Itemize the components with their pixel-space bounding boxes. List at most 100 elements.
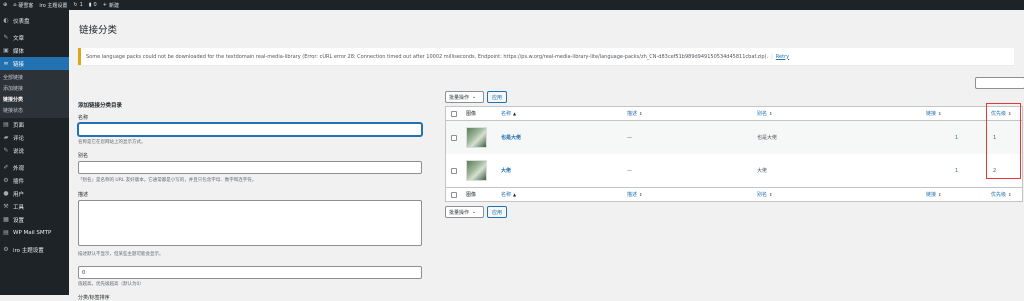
brush-icon: ✐	[3, 164, 9, 171]
updates-icon: ↻	[73, 2, 78, 8]
page-title: 链接分类	[79, 25, 118, 36]
wordpress-logo[interactable]: ⊕	[3, 2, 7, 8]
sidebar-item-users[interactable]: ● 用户	[0, 187, 69, 200]
plugin-icon: ⚙	[3, 177, 9, 184]
sort-icon: ⇕	[639, 192, 643, 197]
name-field[interactable]	[78, 123, 422, 136]
page-icon: ▤	[3, 121, 9, 128]
admin-sidebar: ◐ 仪表盘 ✎ 文章 ▣ 媒体 ∞ 链接 全部链接 添加链接 链接分类 链接状态 ▤ 页面…	[0, 10, 69, 295]
sidebar-item-pages[interactable]: ▤ 页面	[0, 118, 69, 131]
category-slug: 大佬	[757, 168, 768, 174]
site-name[interactable]: ⌂ 硬雪客	[13, 2, 33, 9]
warning-notice: Some language packs could not be downloa…	[78, 48, 1014, 65]
description-label: 描述	[78, 192, 89, 198]
admin-bar: ⊕ ⌂ 硬雪客 iro 主题设置 ↻ 1 ▮ 0 + 新建	[0, 0, 1024, 10]
sidebar-item-plugins[interactable]: ⚙ 插件	[0, 174, 69, 187]
bulk-action-select[interactable]: 批量操作 ⌄	[445, 206, 484, 218]
table-row: 大佬 — 大佬 1 2	[446, 154, 1022, 187]
theme-settings-link[interactable]: iro 主题设置	[39, 2, 67, 9]
sidebar-item-media[interactable]: ▣ 媒体	[0, 44, 69, 57]
submenu-all-links[interactable]: 全部链接	[0, 72, 69, 83]
priority-highlight-annotation	[986, 103, 1021, 179]
column-name[interactable]: 名称 ▲	[501, 188, 516, 201]
column-slug[interactable]: 别名 ⇕	[757, 188, 772, 201]
bulk-actions-bottom: 批量操作 ⌄ 应用	[445, 206, 508, 218]
description-help: 描述默认不显示，但某些主题可能会显示。	[78, 252, 164, 257]
home-icon: ⌂	[13, 2, 17, 8]
column-image: 图像	[466, 111, 477, 117]
settings-icon: ▦	[3, 216, 9, 223]
sort-icon: ⇕	[938, 192, 942, 197]
category-link-count[interactable]: 1	[955, 121, 958, 154]
notice-separator: |	[771, 53, 773, 60]
column-slug[interactable]: 别名 ⇕	[757, 107, 772, 120]
sidebar-item-talk[interactable]: ✎ 说说	[0, 144, 69, 157]
link-icon: ∞	[3, 60, 9, 67]
table-row: 也是大佬 — 也是大佬 1 1	[446, 121, 1022, 154]
apply-button[interactable]: 应用	[487, 91, 508, 103]
category-name-link[interactable]: 也是大佬	[501, 121, 521, 154]
sidebar-item-iro[interactable]: ⚙ iro 主题设置	[0, 243, 69, 256]
priority-description: 值越高，优先级越高（默认为0）	[78, 282, 144, 287]
notice-text: Some language packs could not be downloa…	[86, 53, 769, 60]
category-link-count[interactable]: 1	[955, 154, 958, 187]
form-heading: 添加链接分类目录	[78, 103, 123, 109]
column-name[interactable]: 名称 ▲	[501, 107, 516, 120]
apply-button[interactable]: 应用	[487, 206, 508, 218]
sidebar-item-posts[interactable]: ✎ 文章	[0, 31, 69, 44]
wordpress-icon: ⊕	[3, 2, 8, 8]
sort-label: 分类/标签排序	[78, 295, 110, 301]
priority-field[interactable]: 0	[78, 266, 422, 279]
sidebar-item-dashboard[interactable]: ◐ 仪表盘	[0, 14, 69, 27]
category-thumbnail	[466, 160, 487, 181]
category-thumbnail	[466, 127, 487, 148]
sidebar-item-settings[interactable]: ▦ 设置	[0, 213, 69, 226]
sort-icon: ⇕	[1008, 192, 1012, 197]
submenu-link-categories[interactable]: 链接分类	[0, 94, 69, 105]
sidebar-item-links[interactable]: ∞ 链接	[0, 57, 69, 70]
bulk-actions-top: 批量操作 ⌄ 应用	[445, 91, 508, 103]
sidebar-item-comments[interactable]: ▰ 评论	[0, 131, 69, 144]
link-categories-table: 图像 名称 ▲ 描述 ⇕ 别名 ⇕ 链接 ⇕ 优先级 ⇕ 也是大佬 — 也是大佬 1 1 …	[445, 106, 1023, 202]
sort-icon: ⇕	[938, 111, 942, 116]
category-description: —	[627, 167, 632, 174]
new-content-link[interactable]: + 新建	[103, 2, 119, 9]
column-description[interactable]: 描述 ⇕	[627, 188, 642, 201]
select-all-checkbox[interactable]	[451, 110, 457, 117]
sidebar-item-smtp[interactable]: ▤ WP Mail SMTP	[0, 226, 69, 239]
updates-link[interactable]: ↻ 1	[73, 2, 82, 8]
slug-field[interactable]	[78, 161, 422, 174]
sort-icon: ⇕	[769, 192, 773, 197]
row-checkbox[interactable]	[451, 167, 457, 174]
search-input[interactable]	[975, 77, 1024, 89]
sort-asc-icon: ▲	[513, 192, 517, 197]
column-links[interactable]: 链接 ⇕	[926, 188, 941, 201]
column-description[interactable]: 描述 ⇕	[627, 107, 642, 120]
category-name-link[interactable]: 大佬	[501, 154, 511, 187]
column-priority[interactable]: 优先级 ⇕	[991, 188, 1011, 201]
pin-icon: ✎	[3, 34, 9, 41]
row-checkbox[interactable]	[451, 134, 457, 141]
description-textarea[interactable]	[78, 200, 422, 246]
sort-icon: ⇕	[639, 111, 643, 116]
add-category-form: 添加链接分类目录	[78, 95, 424, 109]
retry-link[interactable]: Retry	[776, 54, 789, 60]
sidebar-item-tools[interactable]: ⚒ 工具	[0, 200, 69, 213]
dashboard-icon: ◐	[3, 17, 9, 24]
column-links[interactable]: 链接 ⇕	[926, 107, 941, 120]
table-footer: 图像 名称 ▲ 描述 ⇕ 别名 ⇕ 链接 ⇕ 优先级 ⇕	[446, 187, 1022, 201]
bulk-action-select[interactable]: 批量操作 ⌄	[445, 91, 484, 103]
comments-link[interactable]: ▮ 0	[89, 2, 97, 8]
comment-icon: ▰	[3, 134, 9, 141]
submenu-add-link[interactable]: 添加链接	[0, 83, 69, 94]
chevron-down-icon: ⌄	[472, 209, 477, 215]
links-submenu: 全部链接 添加链接 链接分类 链接状态	[0, 70, 69, 118]
chevron-down-icon: ⌄	[472, 94, 477, 100]
settings-icon: ⚙	[3, 246, 9, 253]
media-icon: ▣	[3, 47, 9, 54]
category-description: —	[627, 134, 632, 141]
sidebar-item-appearance[interactable]: ✐ 外观	[0, 161, 69, 174]
category-slug: 也是大佬	[757, 135, 778, 141]
submenu-link-status[interactable]: 链接状态	[0, 105, 69, 116]
select-all-checkbox[interactable]	[451, 191, 457, 198]
